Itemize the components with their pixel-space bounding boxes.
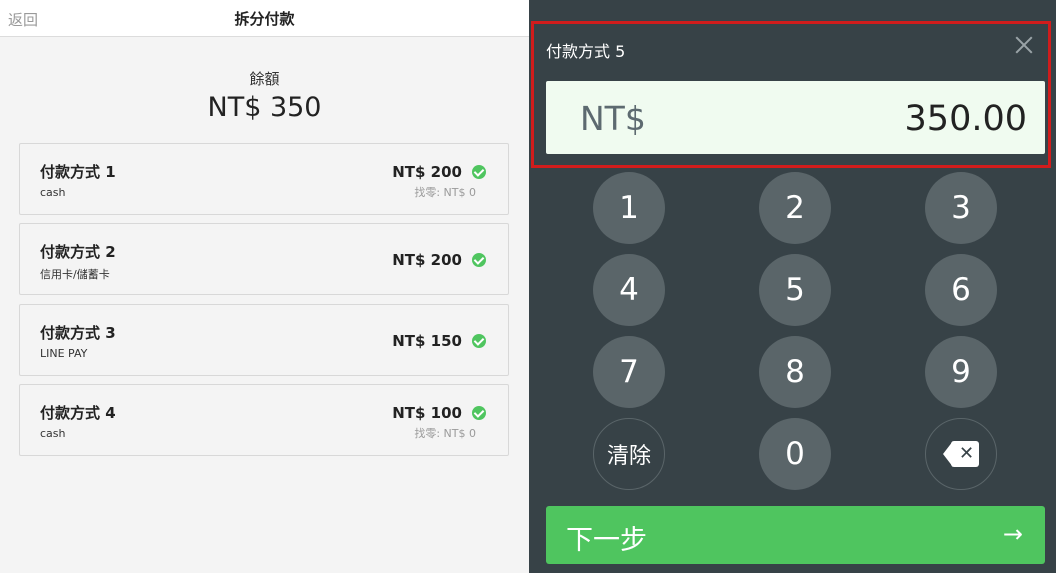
payment-name: 付款方式 3 <box>40 324 116 342</box>
payment-name: 付款方式 2 <box>40 243 116 261</box>
entry-title: 付款方式 5 <box>546 42 626 61</box>
payment-amount: NT$ 100 <box>392 404 462 422</box>
check-icon <box>472 334 486 348</box>
backspace-icon: ✕ <box>943 441 979 467</box>
check-icon <box>472 406 486 420</box>
payment-amount: NT$ 150 <box>392 332 462 350</box>
balance-label: 餘額 <box>249 70 280 88</box>
key-9[interactable]: 9 <box>925 336 997 408</box>
key-2[interactable]: 2 <box>759 172 831 244</box>
amount-input[interactable]: NT$ 350.00 <box>546 81 1045 154</box>
payment-card-4[interactable]: 付款方式 4 cash NT$ 100 找零: NT$ 0 <box>19 384 509 456</box>
close-icon[interactable] <box>1012 33 1036 57</box>
payment-amount: NT$ 200 <box>392 251 462 269</box>
payment-method: 信用卡/儲蓄卡 <box>40 268 110 281</box>
check-icon <box>472 253 486 267</box>
next-button[interactable]: 下一步 → <box>546 506 1045 564</box>
key-8[interactable]: 8 <box>759 336 831 408</box>
next-label: 下一步 <box>566 525 647 556</box>
backspace-button[interactable]: ✕ <box>925 418 997 490</box>
payment-method: LINE PAY <box>40 347 88 360</box>
key-7[interactable]: 7 <box>593 336 665 408</box>
key-3[interactable]: 3 <box>925 172 997 244</box>
key-4[interactable]: 4 <box>593 254 665 326</box>
balance-amount: NT$ 350 <box>207 92 322 123</box>
payment-card-2[interactable]: 付款方式 2 信用卡/儲蓄卡 NT$ 200 <box>19 223 509 295</box>
clear-button[interactable]: 清除 <box>593 418 665 490</box>
payment-amount: NT$ 200 <box>392 163 462 181</box>
check-icon <box>472 165 486 179</box>
key-0[interactable]: 0 <box>759 418 831 490</box>
currency-label: NT$ <box>580 99 646 138</box>
arrow-right-icon: → <box>1002 520 1023 548</box>
top-bar: 返回 拆分付款 <box>0 0 529 37</box>
payment-method: cash <box>40 186 66 199</box>
key-5[interactable]: 5 <box>759 254 831 326</box>
key-6[interactable]: 6 <box>925 254 997 326</box>
payment-card-3[interactable]: 付款方式 3 LINE PAY NT$ 150 <box>19 304 509 376</box>
amount-entry-panel: 付款方式 5 NT$ 350.00 1 2 3 4 5 6 7 8 9 清除 0… <box>529 0 1056 573</box>
page-title: 拆分付款 <box>234 10 295 28</box>
split-payment-panel: 返回 拆分付款 餘額 NT$ 350 付款方式 1 cash NT$ 200 找… <box>0 0 529 573</box>
payment-name: 付款方式 4 <box>40 404 116 422</box>
payment-card-1[interactable]: 付款方式 1 cash NT$ 200 找零: NT$ 0 <box>19 143 509 215</box>
payment-change: 找零: NT$ 0 <box>414 427 476 440</box>
payment-method: cash <box>40 427 66 440</box>
key-1[interactable]: 1 <box>593 172 665 244</box>
payment-name: 付款方式 1 <box>40 163 116 181</box>
payment-change: 找零: NT$ 0 <box>414 186 476 199</box>
amount-value: 350.00 <box>904 99 1027 139</box>
